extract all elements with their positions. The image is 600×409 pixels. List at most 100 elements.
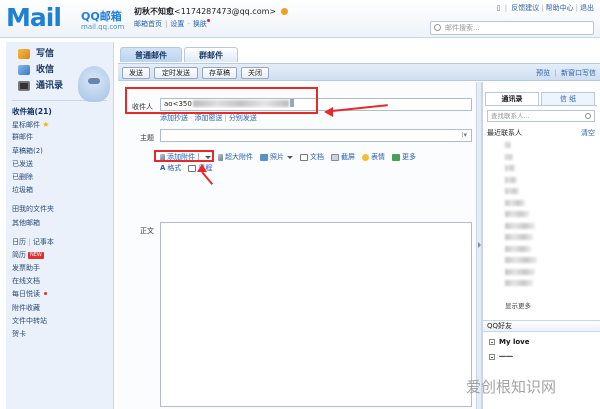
more-button[interactable]: 更多 — [392, 152, 416, 162]
font-a-icon: A — [160, 164, 166, 172]
folder-deleted[interactable]: 已删除 — [12, 171, 113, 184]
phone-icon: ▯ — [496, 4, 501, 12]
tab-stationery[interactable]: 信 纸 — [541, 92, 595, 105]
feedback-link[interactable]: 反馈建议 — [511, 4, 539, 12]
contact-search-input[interactable]: 查找联系人... — [487, 110, 595, 122]
document-label: 文档 — [310, 153, 324, 161]
large-attachment-button[interactable]: 超大附件 — [218, 152, 253, 162]
list-item[interactable] — [505, 211, 529, 217]
list-item[interactable] — [505, 188, 519, 194]
list-item[interactable] — [505, 199, 525, 206]
right-panel: 通讯录 信 纸 查找联系人... 最近联系人 清空 显示更多 QQ好友 My l… — [482, 82, 600, 409]
body-editor[interactable] — [160, 222, 472, 407]
app-transfer[interactable]: 文件中转站 — [12, 315, 113, 328]
add-cc-link[interactable]: 添加抄送 — [160, 114, 188, 122]
folder-drafts[interactable]: 草稿箱(2) — [12, 145, 113, 158]
list-item[interactable] — [505, 234, 533, 240]
folder-starred[interactable]: 星标邮件 ★ — [12, 118, 113, 131]
qq-mail-logo[interactable]: Mail QQ邮箱 mail.qq.com — [6, 4, 126, 34]
list-item[interactable] — [505, 268, 535, 275]
photo-button[interactable]: 照片 — [260, 152, 293, 162]
app-cards[interactable]: 贺卡 — [12, 328, 113, 341]
search-icon — [434, 24, 441, 31]
emoji-button[interactable]: 表情 — [362, 152, 385, 162]
friend-group-item[interactable]: 一一 — [489, 352, 513, 362]
home-link[interactable]: 邮箱首页 — [134, 20, 162, 28]
pencil-icon — [18, 49, 30, 59]
tab-group-mail[interactable]: 群邮件 — [184, 47, 238, 62]
list-item[interactable] — [505, 245, 531, 252]
close-button[interactable]: 关闭 — [241, 67, 269, 79]
new-window-link[interactable]: 新窗口写信 — [561, 69, 596, 77]
compose-toolbar: 发送 定时发送 存草稿 关闭 预览 | 新窗口写信 — [118, 63, 600, 81]
friend-group-label: 一一 — [499, 353, 513, 361]
my-folders[interactable]: 田我的文件夹 — [12, 203, 113, 216]
inbox-icon — [18, 65, 30, 75]
document-button[interactable]: 文档 — [300, 152, 324, 162]
friend-group-item[interactable]: My love — [489, 338, 530, 346]
folder-inbox[interactable]: 收件箱(21) — [12, 105, 113, 118]
smiley-icon — [362, 153, 369, 161]
mail-search-input[interactable]: 邮件搜索... — [430, 21, 594, 35]
subject-label: 主题 — [140, 134, 154, 142]
separate-send-link[interactable]: 分别发送 — [229, 114, 257, 122]
penguin-mascot-icon — [78, 66, 110, 102]
qq-friends-header[interactable]: QQ好友 — [483, 320, 600, 332]
more-label: 更多 — [402, 153, 416, 161]
logout-link[interactable]: 退出 — [580, 4, 594, 12]
compose-main: 普通邮件 群邮件 发送 定时发送 存草稿 关闭 预览 | 新窗口写信 收件人 a… — [118, 44, 600, 409]
photo-chevron-icon[interactable] — [287, 155, 293, 159]
app-daily[interactable]: 每日悦读 — [12, 288, 113, 301]
recipient-arrow-head — [324, 107, 333, 117]
list-item[interactable] — [505, 165, 515, 171]
user-email: <1174287473@qq.com> — [174, 7, 277, 16]
help-link[interactable]: 帮助中心 — [546, 4, 574, 12]
list-item[interactable] — [505, 142, 511, 148]
clear-recent-link[interactable]: 清空 — [581, 128, 595, 138]
folder-groups[interactable]: 群邮件 — [12, 131, 113, 144]
scissors-icon — [331, 153, 339, 161]
list-item[interactable] — [505, 222, 535, 229]
other-mailboxes[interactable]: 其他邮箱 — [12, 217, 113, 230]
status-icon[interactable] — [280, 8, 288, 15]
skin-link[interactable]: 换肤 — [193, 20, 207, 28]
app-resume[interactable]: 简历 NEW — [12, 249, 113, 262]
folder-sent[interactable]: 已发送 — [12, 158, 113, 171]
calendar-link[interactable]: 日历 — [12, 238, 26, 246]
compose-form: 收件人 ao<350 添加抄送 - 添加密送 | 分别发送 主题 ⁞▾ 添加附件 超大附… — [118, 82, 476, 409]
screenshot-button[interactable]: 截屏 — [331, 152, 355, 162]
app-docs[interactable]: 在线文档 — [12, 275, 113, 288]
show-more-link[interactable]: 显示更多 — [505, 300, 531, 310]
format-button[interactable]: A 格式 — [160, 163, 181, 173]
scheduled-send-button[interactable]: 定时发送 — [154, 67, 198, 79]
settings-link[interactable]: 设置 — [170, 20, 184, 28]
emoji-label: 表情 — [371, 153, 385, 161]
contact-search-placeholder: 查找联系人... — [491, 112, 530, 120]
list-item[interactable] — [505, 153, 513, 160]
list-item[interactable] — [505, 280, 533, 286]
notes-link[interactable]: 记事本 — [33, 238, 54, 246]
add-bcc-link[interactable]: 添加密送 — [195, 114, 223, 122]
send-button[interactable]: 发送 — [122, 67, 150, 79]
list-item[interactable] — [505, 176, 517, 183]
folder-starred-label: 星标邮件 — [12, 121, 40, 130]
subject-input[interactable]: ⁞▾ — [160, 129, 472, 142]
list-item[interactable] — [505, 257, 537, 263]
star-icon: ★ — [42, 120, 50, 130]
app-favorites[interactable]: 附件收藏 — [12, 302, 113, 315]
recent-contacts-header: 最近联系人 清空 — [487, 128, 595, 138]
new-badge: NEW — [28, 251, 44, 259]
subject-options-icon[interactable]: ⁞▾ — [461, 130, 467, 141]
contacts-label: 通讯录 — [36, 81, 64, 91]
preview-link[interactable]: 预览 — [536, 69, 550, 77]
compose-button[interactable]: 写信 — [18, 46, 113, 62]
logo-text: Mail — [6, 3, 62, 32]
tab-contacts[interactable]: 通讯录 — [485, 92, 539, 105]
daily-label: 每日悦读 — [12, 290, 40, 299]
folder-trash[interactable]: 垃圾箱 — [12, 184, 113, 197]
logo-url: mail.qq.com — [81, 23, 125, 31]
save-draft-button[interactable]: 存草稿 — [202, 67, 237, 79]
tab-normal-mail[interactable]: 普通邮件 — [120, 47, 182, 62]
app-assistant[interactable]: 发票助手 — [12, 262, 113, 275]
top-links: ▯ | 反馈建议 | 帮助中心 | 退出 — [496, 4, 594, 12]
